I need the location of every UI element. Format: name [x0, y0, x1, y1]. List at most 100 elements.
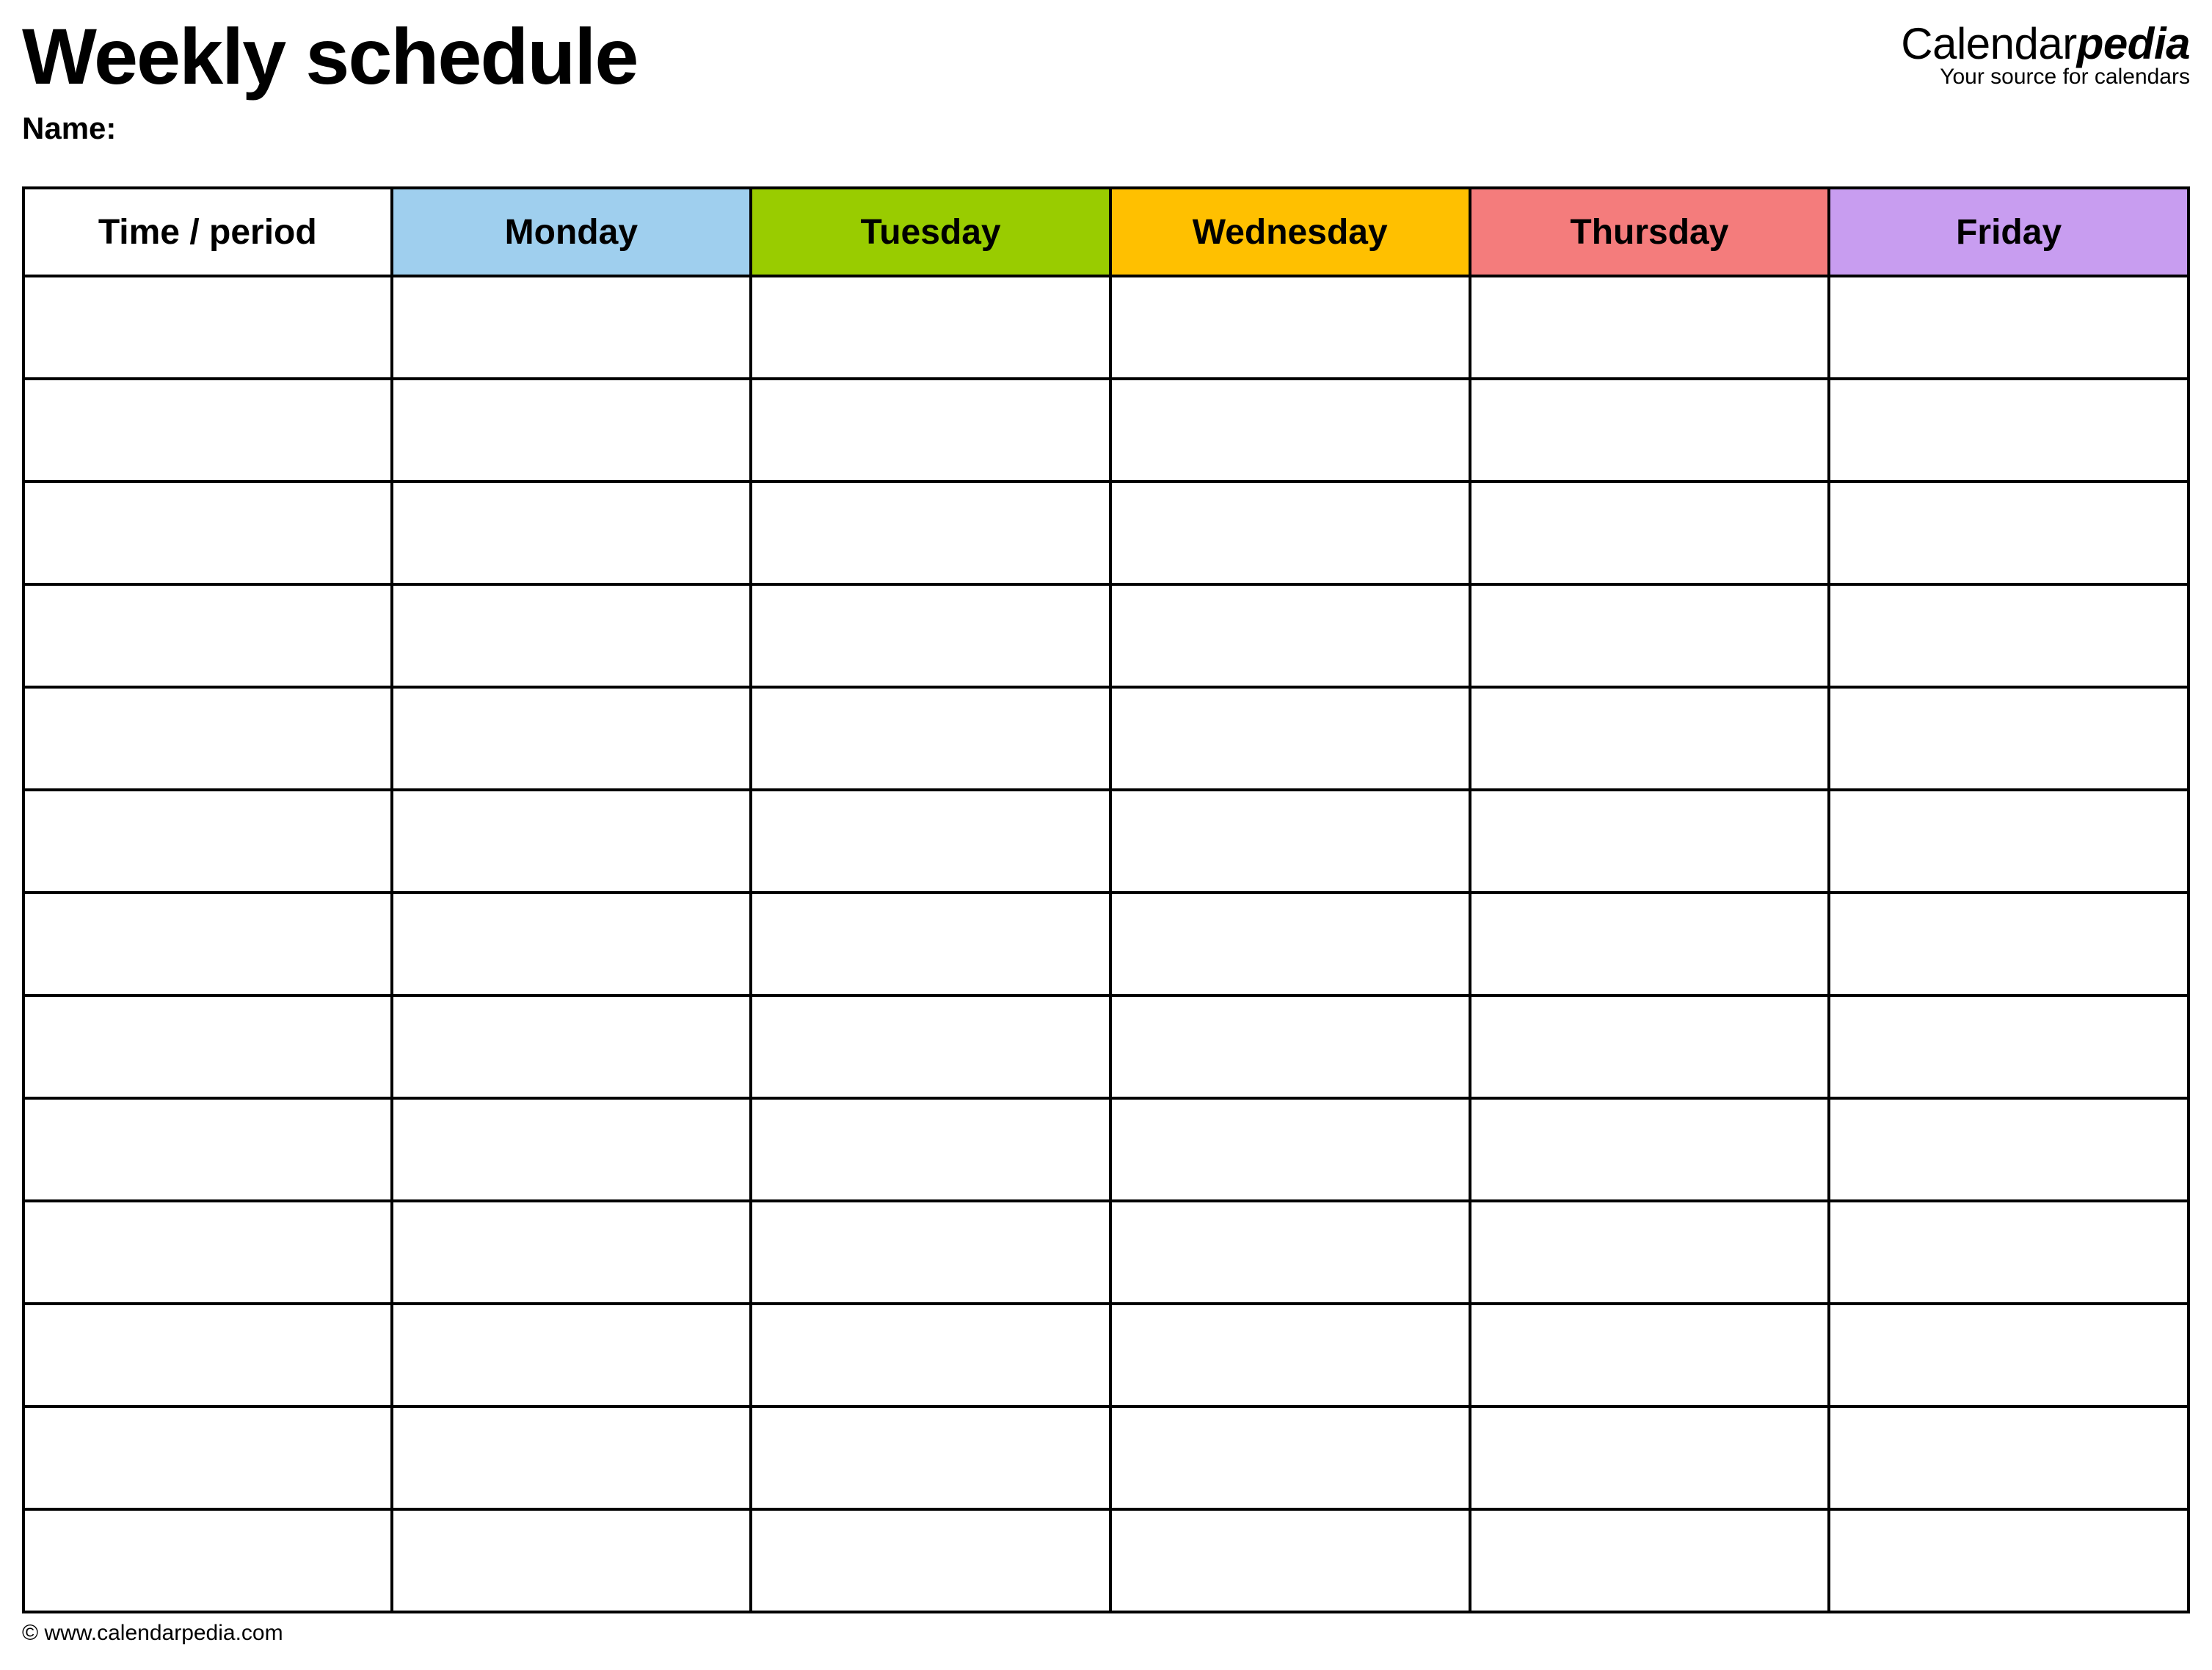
table-cell[interactable]: [23, 379, 392, 482]
table-cell[interactable]: [1829, 1304, 2189, 1406]
table-cell[interactable]: [1110, 1098, 1470, 1201]
table-row: [23, 482, 2189, 584]
table-cell[interactable]: [1829, 790, 2189, 893]
table-cell[interactable]: [1829, 276, 2189, 379]
table-cell[interactable]: [751, 893, 1110, 995]
table-cell[interactable]: [392, 893, 752, 995]
table-cell[interactable]: [1470, 482, 1830, 584]
table-cell[interactable]: [1829, 584, 2189, 687]
table-cell[interactable]: [23, 1509, 392, 1612]
footer-copyright: © www.calendarpedia.com: [22, 1621, 2190, 1646]
table-cell[interactable]: [23, 995, 392, 1098]
table-cell[interactable]: [23, 790, 392, 893]
table-cell[interactable]: [751, 584, 1110, 687]
table-cell[interactable]: [1470, 995, 1830, 1098]
table-cell[interactable]: [23, 687, 392, 790]
table-cell[interactable]: [1829, 687, 2189, 790]
table-cell[interactable]: [392, 1201, 752, 1304]
table-cell[interactable]: [392, 995, 752, 1098]
brand-part2: pedia: [2077, 19, 2190, 68]
table-cell[interactable]: [23, 584, 392, 687]
table-cell[interactable]: [23, 1201, 392, 1304]
table-cell[interactable]: [392, 482, 752, 584]
table-cell[interactable]: [392, 790, 752, 893]
table-cell[interactable]: [1110, 1304, 1470, 1406]
table-cell[interactable]: [1110, 1406, 1470, 1509]
table-cell[interactable]: [751, 1304, 1110, 1406]
name-label: Name:: [22, 111, 637, 146]
table-cell[interactable]: [392, 1098, 752, 1201]
table-cell[interactable]: [1829, 1509, 2189, 1612]
table-cell[interactable]: [1110, 584, 1470, 687]
table-cell[interactable]: [392, 1304, 752, 1406]
table-cell[interactable]: [1829, 379, 2189, 482]
table-row: [23, 1201, 2189, 1304]
table-cell[interactable]: [1110, 379, 1470, 482]
table-cell[interactable]: [1470, 1304, 1830, 1406]
schedule-table: Time / period Monday Tuesday Wednesday T…: [22, 186, 2190, 1613]
table-cell[interactable]: [751, 1406, 1110, 1509]
header-thursday: Thursday: [1470, 188, 1830, 276]
table-cell[interactable]: [751, 276, 1110, 379]
table-row: [23, 687, 2189, 790]
table-cell[interactable]: [1829, 1201, 2189, 1304]
table-cell[interactable]: [23, 482, 392, 584]
table-cell[interactable]: [1829, 1406, 2189, 1509]
brand-block: Calendarpedia Your source for calendars: [1901, 22, 2190, 90]
table-cell[interactable]: [1470, 893, 1830, 995]
table-row: [23, 1304, 2189, 1406]
table-cell[interactable]: [1829, 995, 2189, 1098]
table-cell[interactable]: [1829, 1098, 2189, 1201]
table-cell[interactable]: [1470, 584, 1830, 687]
table-cell[interactable]: [23, 1304, 392, 1406]
table-cell[interactable]: [1470, 1406, 1830, 1509]
header-monday: Monday: [392, 188, 752, 276]
table-cell[interactable]: [1110, 482, 1470, 584]
brand-logo-text: Calendarpedia: [1901, 22, 2190, 66]
table-row: [23, 1509, 2189, 1612]
table-row: [23, 584, 2189, 687]
table-cell[interactable]: [1110, 995, 1470, 1098]
table-cell[interactable]: [1470, 790, 1830, 893]
table-cell[interactable]: [1110, 893, 1470, 995]
table-cell[interactable]: [392, 1509, 752, 1612]
table-cell[interactable]: [751, 790, 1110, 893]
table-cell[interactable]: [392, 1406, 752, 1509]
table-cell[interactable]: [23, 893, 392, 995]
table-row: [23, 1098, 2189, 1201]
table-cell[interactable]: [1110, 687, 1470, 790]
table-cell[interactable]: [1470, 1201, 1830, 1304]
table-row: [23, 1406, 2189, 1509]
table-cell[interactable]: [392, 276, 752, 379]
table-cell[interactable]: [751, 482, 1110, 584]
table-cell[interactable]: [392, 687, 752, 790]
table-cell[interactable]: [392, 584, 752, 687]
table-cell[interactable]: [1110, 1201, 1470, 1304]
table-cell[interactable]: [1829, 893, 2189, 995]
table-cell[interactable]: [392, 379, 752, 482]
title-block: Weekly schedule Name:: [22, 15, 637, 146]
table-cell[interactable]: [1470, 687, 1830, 790]
table-cell[interactable]: [751, 995, 1110, 1098]
table-cell[interactable]: [751, 1201, 1110, 1304]
table-cell[interactable]: [751, 1509, 1110, 1612]
table-cell[interactable]: [1110, 1509, 1470, 1612]
table-cell[interactable]: [23, 1098, 392, 1201]
table-row: [23, 893, 2189, 995]
table-cell[interactable]: [751, 687, 1110, 790]
table-cell[interactable]: [1470, 379, 1830, 482]
table-cell[interactable]: [751, 379, 1110, 482]
table-cell[interactable]: [1110, 790, 1470, 893]
table-cell[interactable]: [1110, 276, 1470, 379]
brand-part1: Calendar: [1901, 19, 2077, 68]
table-cell[interactable]: [23, 1406, 392, 1509]
table-cell[interactable]: [751, 1098, 1110, 1201]
table-cell[interactable]: [1470, 1098, 1830, 1201]
table-cell[interactable]: [1470, 276, 1830, 379]
table-cell[interactable]: [1829, 482, 2189, 584]
table-cell[interactable]: [23, 276, 392, 379]
table-row: [23, 995, 2189, 1098]
page-title: Weekly schedule: [22, 15, 637, 98]
brand-tagline: Your source for calendars: [1901, 65, 2190, 90]
table-cell[interactable]: [1470, 1509, 1830, 1612]
